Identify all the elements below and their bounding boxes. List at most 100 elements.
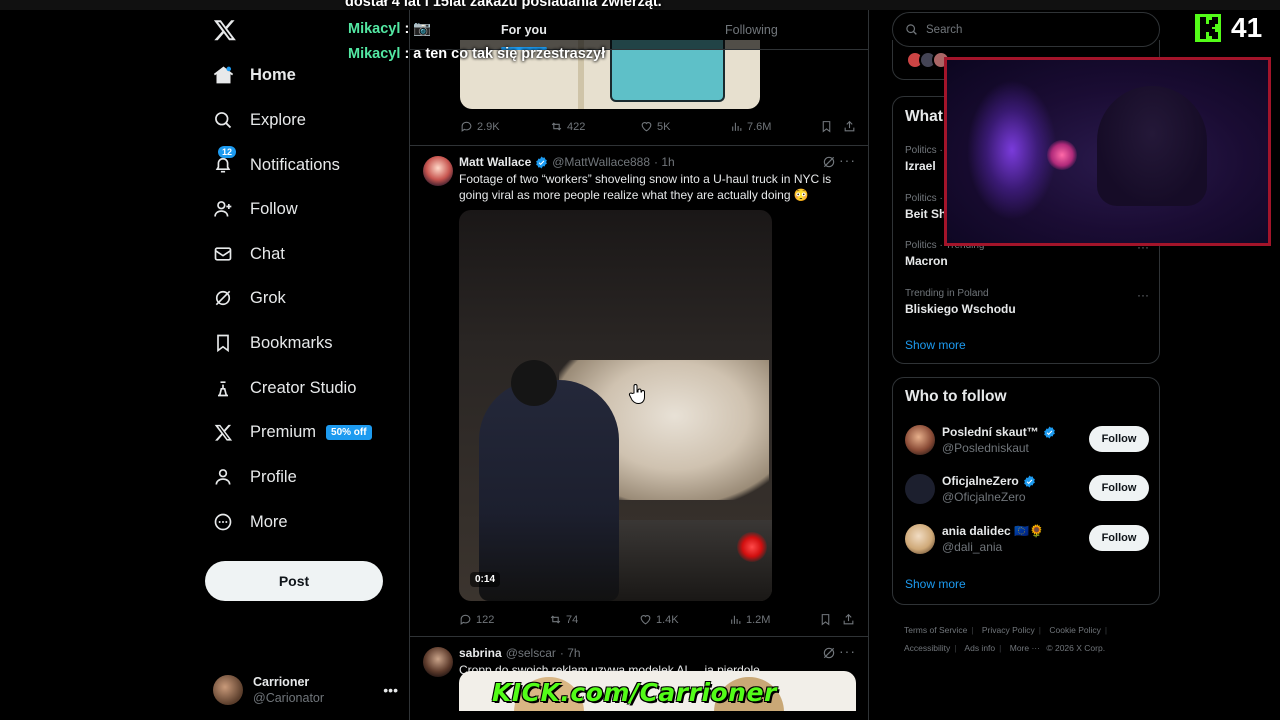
like-count: 1.4K: [656, 613, 679, 626]
sidebar-item-home[interactable]: Home: [212, 55, 296, 95]
sidebar-item-notifications[interactable]: 12 Notifications: [212, 145, 340, 185]
sidebar-item-explore[interactable]: Explore: [212, 100, 306, 140]
views-icon: [731, 615, 741, 624]
tab-for-you[interactable]: For you: [501, 10, 547, 50]
avatar[interactable]: [905, 425, 935, 455]
tweet-header: sabrina @selscar · 7h: [459, 646, 581, 660]
tweet-author-handle[interactable]: @selscar: [506, 646, 556, 660]
avatar: [213, 675, 243, 705]
more-horizontal-icon[interactable]: ···: [839, 152, 856, 168]
reply-button[interactable]: 2.9K: [460, 120, 500, 133]
trend-item[interactable]: Trending in Poland Bliskiego Wschodu ···: [905, 288, 1149, 316]
verified-badge-icon: [536, 156, 548, 168]
tab-following[interactable]: Following: [725, 10, 778, 49]
video-frame-detail: [479, 380, 619, 601]
views-button[interactable]: 1.2M: [729, 613, 770, 626]
bookmark-button[interactable]: [820, 120, 833, 133]
share-icon: [843, 613, 854, 625]
like-button[interactable]: 5K: [640, 120, 670, 133]
bookmark-icon: [212, 332, 234, 354]
views-count: 7.6M: [747, 120, 772, 133]
sidebar-item-bookmarks[interactable]: Bookmarks: [212, 323, 333, 363]
grok-icon: [212, 287, 234, 309]
show-more-link[interactable]: Show more: [905, 338, 966, 352]
tweet-timestamp[interactable]: · 7h: [560, 646, 581, 660]
previous-tweet-media[interactable]: [460, 40, 760, 109]
like-button[interactable]: 1.4K: [639, 613, 679, 626]
bookmark-button[interactable]: [819, 613, 832, 626]
x-logo-icon: [212, 421, 234, 443]
avatar[interactable]: [905, 524, 935, 554]
bookmark-icon: [822, 121, 831, 133]
tweet-video[interactable]: 0:14: [459, 210, 772, 601]
follow-suggestion[interactable]: ania dalidec 🇪🇺🌻 @dali_ania Follow: [905, 524, 1149, 558]
post-button[interactable]: Post: [205, 561, 383, 601]
tweet-author-name[interactable]: sabrina: [459, 646, 502, 660]
more-horizontal-icon[interactable]: •••: [383, 682, 398, 698]
follow-button[interactable]: Follow: [1089, 475, 1149, 501]
reply-button[interactable]: 122: [459, 613, 494, 626]
repost-count: 422: [567, 120, 586, 133]
active-tab-indicator: [501, 47, 547, 50]
tweet-author-handle[interactable]: @MattWallace888: [552, 155, 650, 169]
avatar[interactable]: [423, 647, 453, 677]
footer-link[interactable]: More ···: [1010, 643, 1040, 653]
tab-label: For you: [501, 22, 547, 37]
repost-button[interactable]: 74: [549, 613, 578, 626]
sidebar-item-chat[interactable]: Chat: [212, 234, 285, 274]
home-icon: [212, 64, 234, 86]
grok-icon[interactable]: [822, 646, 836, 660]
suggestion-name: OficjalneZero: [942, 474, 1036, 488]
search-input[interactable]: [926, 23, 1126, 36]
suggestion-name-text: OficjalneZero: [942, 474, 1019, 488]
main-feed: For you Following 2.9K 422 5K 7.6M Matt …: [409, 0, 869, 720]
trend-title: Bliskiego Wschodu: [905, 302, 1016, 316]
sidebar-item-more[interactable]: More: [212, 502, 288, 542]
verified-badge-icon: [1023, 475, 1035, 487]
account-switcher[interactable]: Carrioner @Carionator •••: [213, 672, 398, 708]
account-name: Carrioner: [253, 675, 310, 689]
who-to-follow-title: Who to follow: [905, 388, 1007, 405]
viewer-count: 41: [1231, 12, 1263, 43]
follow-button[interactable]: Follow: [1089, 426, 1149, 452]
suggestion-handle: @Posledniskaut: [942, 441, 1029, 455]
more-horizontal-icon[interactable]: ···: [839, 643, 856, 659]
follow-button[interactable]: Follow: [1089, 525, 1149, 551]
share-button[interactable]: [843, 120, 856, 133]
reply-count: 2.9K: [477, 120, 500, 133]
follow-suggestion[interactable]: OficjalneZero @OficjalneZero Follow: [905, 474, 1149, 508]
footer-link[interactable]: Terms of Service: [904, 625, 967, 635]
sidebar-item-profile[interactable]: Profile: [212, 457, 297, 497]
like-count: 5K: [657, 120, 671, 133]
show-more-link[interactable]: Show more: [905, 577, 966, 591]
person-icon: [212, 466, 234, 488]
tweet-timestamp[interactable]: · 1h: [654, 155, 675, 169]
sidebar-item-creator-studio[interactable]: Creator Studio: [212, 368, 356, 408]
footer-separator: |: [1104, 625, 1108, 635]
share-button[interactable]: [842, 613, 855, 626]
tweet-author-name[interactable]: Matt Wallace: [459, 155, 531, 169]
sidebar-item-label: More: [250, 512, 288, 531]
stream-url-watermark: KICK.com/Carrioner: [492, 678, 777, 707]
footer-link[interactable]: Privacy Policy: [982, 625, 1035, 635]
footer-link[interactable]: Cookie Policy: [1049, 625, 1101, 635]
sidebar-item-follow[interactable]: Follow: [212, 189, 298, 229]
more-horizontal-icon[interactable]: ···: [1137, 288, 1149, 302]
share-icon: [844, 120, 855, 132]
sidebar-item-grok[interactable]: Grok: [212, 278, 286, 318]
views-button[interactable]: 7.6M: [730, 120, 771, 133]
follow-suggestion[interactable]: Poslední skaut™ @Posledniskaut Follow: [905, 425, 1149, 459]
video-frame-detail: [511, 360, 557, 406]
sidebar-item-premium[interactable]: Premium 50% off: [212, 412, 372, 452]
video-frame-detail: [737, 532, 767, 562]
repost-button[interactable]: 422: [550, 120, 585, 133]
x-logo-icon[interactable]: [213, 18, 241, 46]
copyright: © 2026 X Corp.: [1046, 643, 1106, 653]
avatar[interactable]: [423, 156, 453, 186]
avatar[interactable]: [905, 474, 935, 504]
premium-discount-badge: 50% off: [326, 424, 372, 440]
grok-icon[interactable]: [822, 155, 836, 169]
footer-link[interactable]: Accessibility: [904, 643, 950, 653]
reply-icon: [461, 121, 472, 132]
footer-link[interactable]: Ads info: [964, 643, 995, 653]
